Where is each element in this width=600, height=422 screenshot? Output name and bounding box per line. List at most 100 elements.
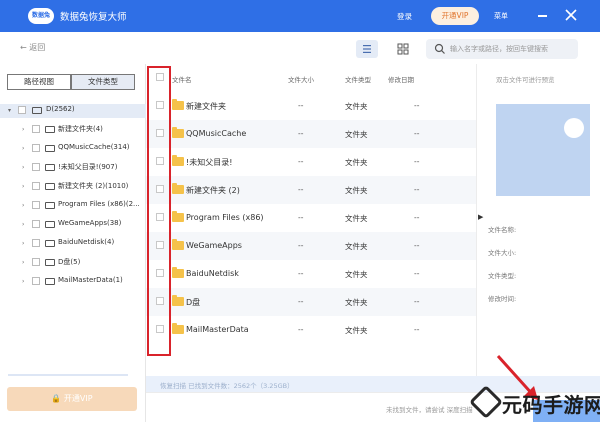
- column-header-type[interactable]: 文件类型: [345, 74, 371, 84]
- folder-icon: [172, 295, 184, 306]
- folder-icon: [172, 183, 184, 194]
- tree-label: !未知父目录!(907): [58, 163, 118, 171]
- expand-down-icon[interactable]: ▾: [8, 107, 11, 114]
- app-logo: 数据兔: [28, 8, 54, 24]
- deep-scan-hint[interactable]: 未找到文件，请尝试 深度扫描: [386, 404, 473, 414]
- tree-item[interactable]: › MailMasterData(1): [0, 275, 146, 289]
- column-header-modified[interactable]: 修改日期: [388, 74, 414, 84]
- tree-root-d[interactable]: ▾ D(2562): [0, 104, 146, 118]
- folder-outline-icon: [45, 259, 55, 266]
- file-size: --: [298, 157, 304, 166]
- table-row[interactable]: QQMusicCache -- 文件夹 --: [146, 120, 476, 148]
- table-row[interactable]: D盘 -- 文件夹 --: [146, 288, 476, 316]
- expand-right-icon[interactable]: ›: [22, 126, 24, 133]
- tree-checkbox[interactable]: [32, 125, 40, 133]
- tree-item[interactable]: › Program Files (x86)(2...: [0, 199, 146, 213]
- file-modified: --: [414, 213, 420, 222]
- file-modified: --: [414, 185, 420, 194]
- file-name: 新建文件夹 (2): [186, 186, 240, 195]
- expand-right-icon[interactable]: ›: [22, 240, 24, 247]
- tree-label: 新建文件夹(4): [58, 125, 103, 133]
- table-row[interactable]: 新建文件夹 -- 文件夹 --: [146, 92, 476, 120]
- title-bar: 数据兔 数据兔恢复大师 登录 开通VIP 菜单: [0, 0, 600, 32]
- sidebar-divider: [8, 374, 128, 376]
- tree-label: Program Files (x86)(2...: [58, 200, 140, 208]
- table-row[interactable]: Program Files (x86) -- 文件夹 --: [146, 204, 476, 232]
- file-name: !未知父目录!: [186, 158, 233, 167]
- file-name: QQMusicCache: [186, 129, 247, 138]
- tree-label: MailMasterData(1): [58, 276, 123, 284]
- preview-field-type: 文件类型:: [488, 272, 517, 280]
- tree-item[interactable]: › BaiduNetdisk(4): [0, 237, 146, 251]
- minimize-icon[interactable]: [538, 15, 547, 17]
- tree-item[interactable]: › WeGameApps(38): [0, 218, 146, 232]
- sidebar-vip-button[interactable]: 🔒 开通VIP: [7, 387, 137, 411]
- tree-checkbox[interactable]: [18, 106, 26, 114]
- expand-right-icon[interactable]: ›: [22, 259, 24, 266]
- sidebar: 路径视图 文件类型 ▾ D(2562) › 新建文件夹(4) › QQMusic…: [0, 64, 146, 422]
- collapse-arrow-icon[interactable]: ▶: [478, 213, 483, 221]
- expand-right-icon[interactable]: ›: [22, 278, 24, 285]
- folder-outline-icon: [45, 145, 55, 152]
- tree-label: BaiduNetdisk(4): [58, 238, 115, 246]
- table-row[interactable]: BaiduNetdisk -- 文件夹 --: [146, 260, 476, 288]
- expand-right-icon[interactable]: ›: [22, 145, 24, 152]
- search-input[interactable]: 输入名字或路径，按回车键搜索: [426, 39, 578, 59]
- table-row[interactable]: WeGameApps -- 文件夹 --: [146, 232, 476, 260]
- tree-item[interactable]: › QQMusicCache(314): [0, 142, 146, 156]
- table-row[interactable]: !未知父目录! -- 文件夹 --: [146, 148, 476, 176]
- back-label: 返回: [29, 43, 46, 52]
- list-view-button[interactable]: [356, 40, 378, 58]
- tree-item[interactable]: › 新建文件夹(4): [0, 123, 146, 137]
- folder-icon: [172, 211, 184, 222]
- table-row[interactable]: MailMasterData -- 文件夹 --: [146, 316, 476, 344]
- file-type: 文件夹: [345, 130, 368, 139]
- search-placeholder: 输入名字或路径，按回车键搜索: [450, 45, 548, 53]
- file-list: 文件名 文件大小 文件类型 修改日期 新建文件夹 -- 文件夹 -- QQMus…: [146, 64, 476, 376]
- folder-outline-icon: [45, 183, 55, 190]
- tab-path-view[interactable]: 路径视图: [7, 74, 71, 90]
- file-modified: --: [414, 241, 420, 250]
- expand-right-icon[interactable]: ›: [22, 202, 24, 209]
- tree-checkbox[interactable]: [32, 201, 40, 209]
- tree-item[interactable]: › 新建文件夹 (2)(1010): [0, 180, 146, 194]
- close-icon[interactable]: [564, 8, 578, 22]
- expand-right-icon[interactable]: ›: [22, 221, 24, 228]
- expand-right-icon[interactable]: ›: [22, 164, 24, 171]
- tree-label: 新建文件夹 (2)(1010): [58, 182, 129, 190]
- menu-button[interactable]: 菜单: [494, 11, 508, 21]
- file-name: D盘: [186, 298, 201, 307]
- file-modified: --: [414, 297, 420, 306]
- tree-item[interactable]: › !未知父目录!(907): [0, 161, 146, 175]
- tab-file-type[interactable]: 文件类型: [71, 74, 135, 90]
- tree-checkbox[interactable]: [32, 258, 40, 266]
- tree-checkbox[interactable]: [32, 277, 40, 285]
- view-tabs: 路径视图 文件类型: [7, 74, 135, 90]
- tree-checkbox[interactable]: [32, 163, 40, 171]
- file-size: --: [298, 325, 304, 334]
- login-link[interactable]: 登录: [397, 11, 412, 22]
- back-button[interactable]: ← 返回: [20, 42, 45, 53]
- file-type: 文件夹: [345, 102, 368, 111]
- file-type: 文件夹: [345, 242, 368, 251]
- tree-checkbox[interactable]: [32, 144, 40, 152]
- tree-checkbox[interactable]: [32, 182, 40, 190]
- tree-item[interactable]: › D盘(5): [0, 256, 146, 270]
- file-type: 文件夹: [345, 270, 368, 279]
- tree-checkbox[interactable]: [32, 239, 40, 247]
- file-type: 文件夹: [345, 298, 368, 307]
- scan-status: 恢复扫描 已找到文件数：2562个（3.25GB）: [160, 382, 294, 390]
- folder-icon: [172, 155, 184, 166]
- vip-button[interactable]: 开通VIP: [431, 7, 479, 25]
- column-header-name[interactable]: 文件名: [172, 74, 192, 84]
- column-header-size[interactable]: 文件大小: [288, 74, 314, 84]
- tree-checkbox[interactable]: [32, 220, 40, 228]
- file-name: 新建文件夹: [186, 102, 226, 111]
- expand-right-icon[interactable]: ›: [22, 183, 24, 190]
- grid-view-button[interactable]: [392, 40, 414, 58]
- table-row[interactable]: 新建文件夹 (2) -- 文件夹 --: [146, 176, 476, 204]
- preview-panel: 双击文件可进行预览 文件名称: 文件大小: 文件类型: 修改时间:: [484, 64, 600, 376]
- image-placeholder-icon: [564, 118, 584, 138]
- checkbox-column-highlight: [147, 66, 171, 356]
- file-name: MailMasterData: [186, 325, 249, 334]
